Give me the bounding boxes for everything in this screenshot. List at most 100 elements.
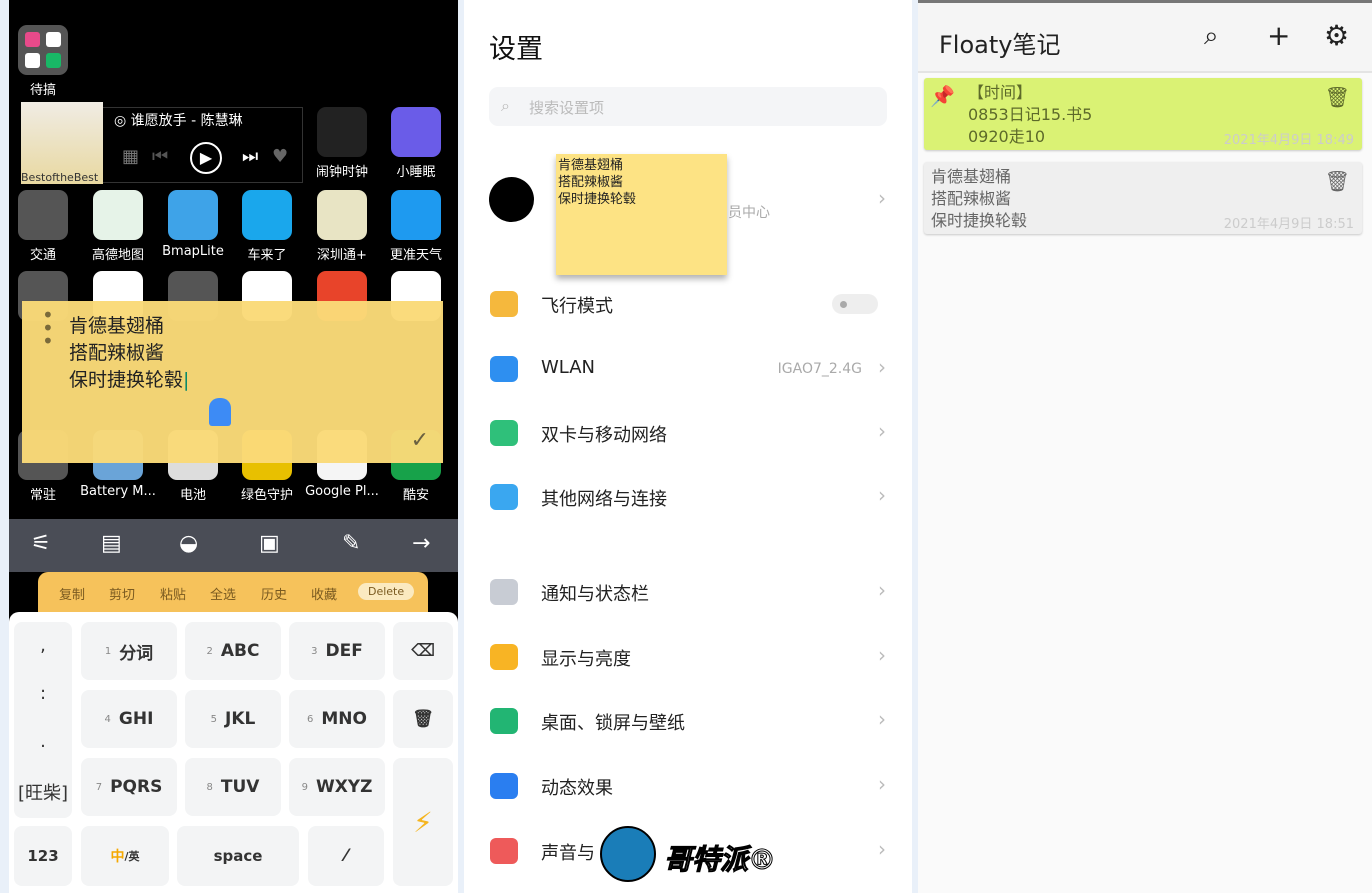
app-bar: Floaty笔记 ⌕ + ⚙ [918,3,1372,73]
note-card[interactable]: 📌 【时间】 0853日记15.书5 0920走10 2021年4月9日 18:49 🗑 [924,78,1362,150]
search-icon[interactable]: ⌕ [1204,21,1219,52]
settings-item-5[interactable]: 显示与亮度 › [464,632,912,682]
trash-icon[interactable]: 🗑 [1325,85,1350,109]
settings-item-0[interactable]: 飞行模式 [464,279,912,329]
app-icon [391,190,441,240]
app-icon [93,190,143,240]
select-all-button[interactable]: 全选 [210,584,236,603]
app-icon [317,107,367,157]
symbol-key[interactable]: ⁄ [308,826,384,886]
emoji-icon[interactable]: ◒ [179,531,198,556]
previous-icon[interactable]: ⏮ [152,146,168,167]
chevron-right-icon: › [878,707,886,731]
key-8[interactable]: 8 TUV [185,758,281,816]
key-7[interactable]: 7 PQRS [81,758,177,816]
gear-icon[interactable]: ⚙ [1324,19,1349,52]
floating-note-editor[interactable]: • • • 肯德基翅桶 搭配辣椒酱 保时捷换轮毂| ✓ [22,301,443,463]
space-key[interactable]: space [177,826,299,886]
numbers-key[interactable]: 123 [14,826,72,886]
chevron-right-icon: › [878,419,886,443]
settings-item-2[interactable]: 双卡与移动网络 › [464,408,912,458]
settings-item-4[interactable]: 通知与状态栏 › [464,567,912,617]
language-toggle-key[interactable]: 中/英 [81,826,169,886]
sticky-note-widget[interactable]: 肯德基翅桶 搭配辣椒酱 保时捷换轮毂 [556,154,727,275]
key-6[interactable]: 6 MNO [289,690,385,748]
backspace-key[interactable]: ⌫ [393,622,453,680]
floaty-app: Floaty笔记 ⌕ + ⚙ 📌 【时间】 0853日记15.书5 0920走10 20… [918,0,1372,893]
history-button[interactable]: 历史 [261,584,287,603]
chevron-right-icon: › [878,837,886,861]
chevron-right-icon: › [878,578,886,602]
setting-icon [490,356,518,382]
cursor-handle[interactable] [209,398,231,426]
sticker-icon[interactable]: ▣ [259,531,280,556]
folder-icon [18,25,68,75]
setting-icon [490,773,518,799]
app-6[interactable]: 深圳通+ [317,190,367,263]
app-5[interactable]: 车来了 [242,190,292,263]
delete-button[interactable]: Delete [358,583,415,600]
folder-todo[interactable]: 待搞 [18,25,68,98]
drag-handle-icon[interactable]: • • • [42,305,54,351]
settings-item-6[interactable]: 桌面、锁屏与壁纸 › [464,696,912,746]
punctuation-column[interactable]: ,:. [旺柴] [14,622,72,818]
paste-button[interactable]: 粘贴 [160,584,186,603]
key-5[interactable]: 5 JKL [185,690,281,748]
app-icon [18,190,68,240]
key-1[interactable]: 1 分词 [81,622,177,680]
app-7[interactable]: 更准天气 [390,190,442,263]
enter-key[interactable]: ⚡ [393,758,453,886]
app-4[interactable]: BmapLite [162,190,224,259]
album-art: BestoftheBest [21,102,103,184]
airplane-toggle[interactable] [832,294,878,314]
copy-button[interactable]: 复制 [59,584,85,603]
app-2[interactable]: 交通 [18,190,68,263]
pin-icon[interactable]: 📌 [930,84,955,108]
app-icon [242,190,292,240]
play-icon[interactable]: ▶ [190,142,222,174]
settings-item-1[interactable]: WLAN › IGAO7_2.4G [464,344,912,394]
chevron-right-icon: › [878,772,886,796]
settings-item-3[interactable]: 其他网络与连接 › [464,472,912,522]
key-3[interactable]: 3 DEF [289,622,385,680]
chevron-right-icon: › [878,483,886,507]
heart-icon[interactable]: ♥ [272,146,288,167]
home-screen: 待搞 BestoftheBest ◎ 谁愿放手 - 陈慧琳 ▦ ⏮ ▶ ⏭ ♥ … [9,0,458,893]
arrow-right-icon[interactable]: → [412,531,430,556]
pen-icon[interactable]: ✎ [342,531,360,556]
music-widget[interactable]: BestoftheBest ◎ 谁愿放手 - 陈慧琳 ▦ ⏮ ▶ ⏭ ♥ [21,102,303,184]
watermark-text: 哥特派® [663,843,777,877]
key-4[interactable]: 4 GHI [81,690,177,748]
watermark-logo [600,826,656,882]
search-icon: ⌕ [501,96,510,115]
app-3[interactable]: 高德地图 [92,190,144,263]
note-card[interactable]: 肯德基翅桶 搭配辣椒酱 保时捷换轮毂 2021年4月9日 18:51 🗑 [924,162,1362,234]
setting-icon [490,838,518,864]
setting-icon [490,484,518,510]
next-icon[interactable]: ⏭ [242,146,258,167]
trash-icon[interactable]: 🗑 [1325,169,1350,193]
app-icon [317,190,367,240]
app-0[interactable]: 闹钟时钟 [316,107,368,180]
search-input[interactable]: ⌕ 搜索设置项 [489,87,887,126]
key-2[interactable]: 2 ABC [185,622,281,680]
page-title: 设置 [489,34,543,65]
favorites-button[interactable]: 收藏 [311,584,337,603]
app-icon [391,107,441,157]
settings-item-7[interactable]: 动态效果 › [464,761,912,811]
app-icon [168,190,218,240]
grid-icon[interactable]: ▦ [122,146,139,167]
voice-note-icon[interactable]: ▤ [101,531,122,556]
clipboard-bar: 复制 剪切 粘贴 全选 历史 收藏 Delete [38,572,428,612]
key-9[interactable]: 9 WXYZ [289,758,385,816]
note-text[interactable]: 肯德基翅桶 搭配辣椒酱 保时捷换轮毂| [69,313,189,394]
cut-button[interactable]: 剪切 [109,584,135,603]
app-1[interactable]: 小睡眠 [391,107,441,180]
check-icon[interactable]: ✓ [411,428,429,453]
sliders-icon[interactable]: ⚟ [31,531,51,556]
settings-screen: 设置 ⌕ 搜索设置项 员中心 › 肯德基翅桶 搭配辣椒酱 保时捷换轮毂 飞行模式 WL… [464,0,912,893]
add-icon[interactable]: + [1267,19,1290,52]
clear-key[interactable]: 🗑 [393,690,453,748]
chevron-right-icon: › [878,355,886,379]
chevron-right-icon: › [878,643,886,667]
